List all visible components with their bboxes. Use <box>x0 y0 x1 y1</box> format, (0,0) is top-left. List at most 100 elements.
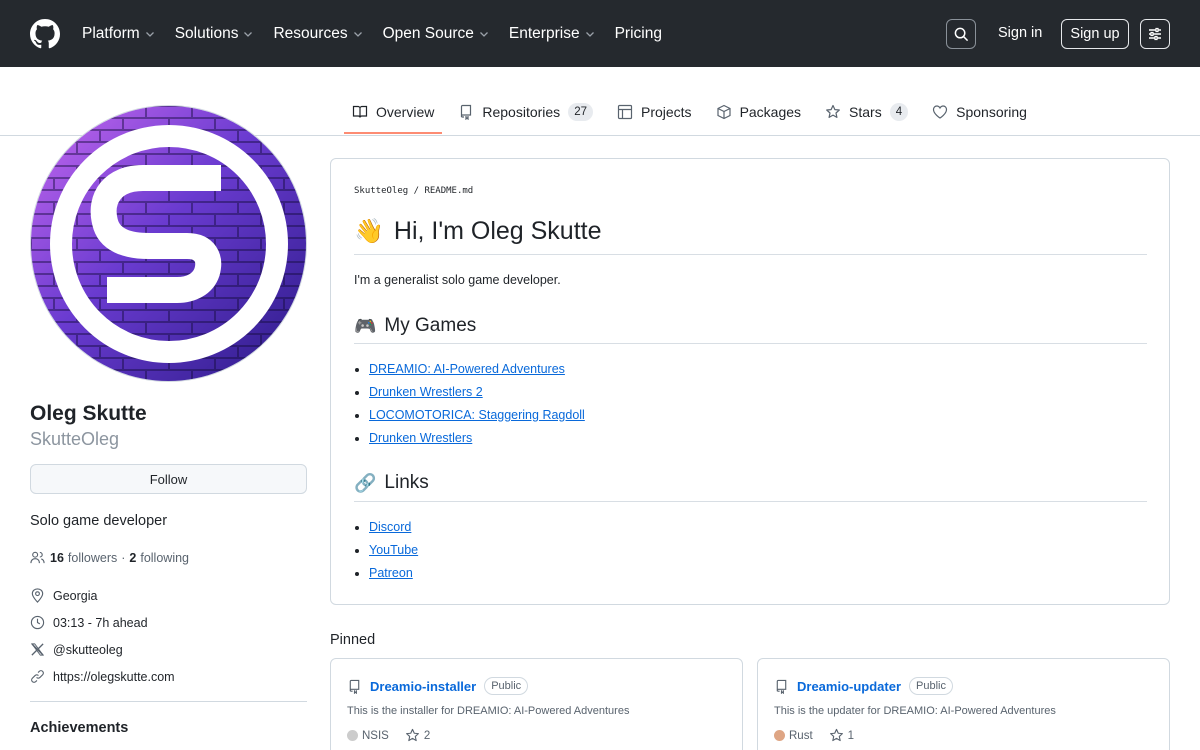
repo-meta: Rust 1 <box>774 728 854 743</box>
repo-name-link[interactable]: Dreamio-updater <box>797 679 901 694</box>
website-text: https://olegskutte.com <box>53 669 175 684</box>
profile-login: SkutteOleg <box>30 429 120 449</box>
heart-icon <box>933 105 948 119</box>
following-count: 2 <box>129 550 137 565</box>
game-link-locomotorica[interactable]: LOCOMOTORICA: Staggering Ragdoll <box>369 408 585 422</box>
repo-star-count: 1 <box>847 729 855 742</box>
links-heading-text: Links <box>384 472 429 493</box>
links-heading: 🔗 Links <box>354 472 429 494</box>
tab-overview[interactable]: Overview <box>344 92 443 134</box>
nav-solutions[interactable]: Solutions <box>175 25 254 43</box>
avatar[interactable] <box>30 105 307 382</box>
link-icon <box>31 670 44 683</box>
list-item: Drunken Wrestlers <box>369 428 585 451</box>
games-list: DREAMIO: AI-Powered Adventures Drunken W… <box>369 359 585 451</box>
readme-breadcrumb: SkutteOleg / README.md <box>354 186 473 196</box>
sliders-icon <box>1149 27 1161 41</box>
readme-breadcrumb-user[interactable]: SkutteOleg <box>354 186 408 196</box>
sign-up-button[interactable]: Sign up <box>1061 19 1129 49</box>
games-heading-text: My Games <box>384 315 477 336</box>
list-item: LOCOMOTORICA: Staggering Ragdoll <box>369 405 585 428</box>
patreon-link[interactable]: Patreon <box>369 566 413 580</box>
visibility-badge: Public <box>909 677 953 695</box>
local-time-item: 03:13 - 7h ahead <box>30 615 148 630</box>
youtube-link[interactable]: YouTube <box>369 543 418 557</box>
repositories-counter: 27 <box>568 103 593 121</box>
tab-stars[interactable]: Stars 4 <box>817 92 916 132</box>
following-label: following <box>140 550 189 565</box>
table-icon <box>617 104 633 120</box>
avatar-logo-image <box>31 106 306 381</box>
social-links-list: Discord YouTube Patreon <box>369 517 418 586</box>
pinned-repo-card: Dreamio-installer Public This is the ins… <box>330 658 743 750</box>
tab-repositories[interactable]: Repositories 27 <box>450 92 601 132</box>
list-item: Discord <box>369 517 418 540</box>
tab-label: Repositories <box>482 104 561 120</box>
nav-label: Solutions <box>174 24 239 42</box>
visibility-badge: Public <box>484 677 529 695</box>
nav-label: Enterprise <box>508 24 580 42</box>
repo-language: Rust <box>789 729 813 742</box>
readme-intro: I'm a generalist solo game developer. <box>354 273 561 287</box>
discord-link[interactable]: Discord <box>369 520 411 534</box>
pinned-repo-title: Dreamio-updater Public <box>774 677 953 695</box>
followers-link[interactable]: 16 followers <box>50 551 117 565</box>
list-item: YouTube <box>369 540 418 563</box>
readme-heading-text: Hi, I'm Oleg Skutte <box>393 217 602 245</box>
language-color-dot <box>347 730 358 741</box>
repo-stars-link[interactable]: 1 <box>829 728 854 743</box>
game-link-dreamio[interactable]: DREAMIO: AI-Powered Adventures <box>369 362 565 376</box>
link-emoji: 🔗 <box>354 472 377 493</box>
list-item: DREAMIO: AI-Powered Adventures <box>369 359 585 382</box>
nav-label: Open Source <box>382 24 474 42</box>
tab-label: Projects <box>640 104 692 120</box>
readme-breadcrumb-file[interactable]: README.md <box>424 186 473 196</box>
tab-sponsoring[interactable]: Sponsoring <box>924 92 1035 132</box>
following-link[interactable]: 2 following <box>129 551 189 565</box>
nav-resources[interactable]: Resources <box>273 25 362 43</box>
heading-rule <box>354 254 1147 255</box>
profile-tabs: Overview Repositories 27 Projects Packag… <box>344 92 1043 134</box>
tab-projects[interactable]: Projects <box>609 92 700 132</box>
readme-breadcrumb-separator: / <box>413 186 420 196</box>
nav-label: Pricing <box>614 24 662 42</box>
profile-name: Oleg Skutte <box>30 402 147 425</box>
followers-count: 16 <box>50 550 64 565</box>
follow-button[interactable]: Follow <box>30 464 307 494</box>
pinned-repo-card: Dreamio-updater Public This is the updat… <box>757 658 1170 750</box>
repo-stars-link[interactable]: 2 <box>405 728 430 743</box>
chevron-down-icon <box>145 31 154 37</box>
chevron-down-icon <box>353 31 362 37</box>
readme-card: SkutteOleg / README.md 👋 Hi, I'm Oleg Sk… <box>330 158 1170 605</box>
package-icon <box>716 104 731 120</box>
tab-label: Overview <box>376 104 435 120</box>
tab-label: Stars <box>849 104 882 120</box>
waving-hand-emoji: 👋 <box>354 218 384 245</box>
x-handle-item[interactable]: @skutteoleg <box>30 642 123 657</box>
nav-enterprise[interactable]: Enterprise <box>509 25 595 43</box>
game-link-drunken-wrestlers[interactable]: Drunken Wrestlers <box>369 431 472 445</box>
search-button[interactable] <box>946 19 976 49</box>
repo-name-link[interactable]: Dreamio-installer <box>370 679 476 694</box>
list-item: Drunken Wrestlers 2 <box>369 382 585 405</box>
nav-pricing[interactable]: Pricing <box>615 25 662 43</box>
website-item[interactable]: https://olegskutte.com <box>30 669 175 684</box>
nav-open-source[interactable]: Open Source <box>383 25 489 43</box>
main-nav: Platform Solutions Resources Open Source… <box>82 0 682 67</box>
sliders-menu-button[interactable] <box>1140 19 1170 49</box>
tab-packages[interactable]: Packages <box>708 92 809 132</box>
top-navigation-bar: Platform Solutions Resources Open Source… <box>0 0 1200 67</box>
game-link-drunken-wrestlers-2[interactable]: Drunken Wrestlers 2 <box>369 385 483 399</box>
sign-in-link[interactable]: Sign in <box>998 25 1042 41</box>
nav-platform[interactable]: Platform <box>82 25 155 43</box>
chevron-down-icon <box>244 31 253 37</box>
star-icon <box>826 104 840 118</box>
star-icon <box>405 728 419 742</box>
chevron-down-icon <box>585 31 594 37</box>
github-logo-icon[interactable] <box>30 19 60 49</box>
followers-label: followers <box>67 550 118 565</box>
local-time-text: 03:13 - 7h ahead <box>53 615 148 630</box>
follow-separator: · <box>121 550 126 565</box>
nav-label: Platform <box>82 24 140 42</box>
game-controller-emoji: 🎮 <box>354 315 377 336</box>
